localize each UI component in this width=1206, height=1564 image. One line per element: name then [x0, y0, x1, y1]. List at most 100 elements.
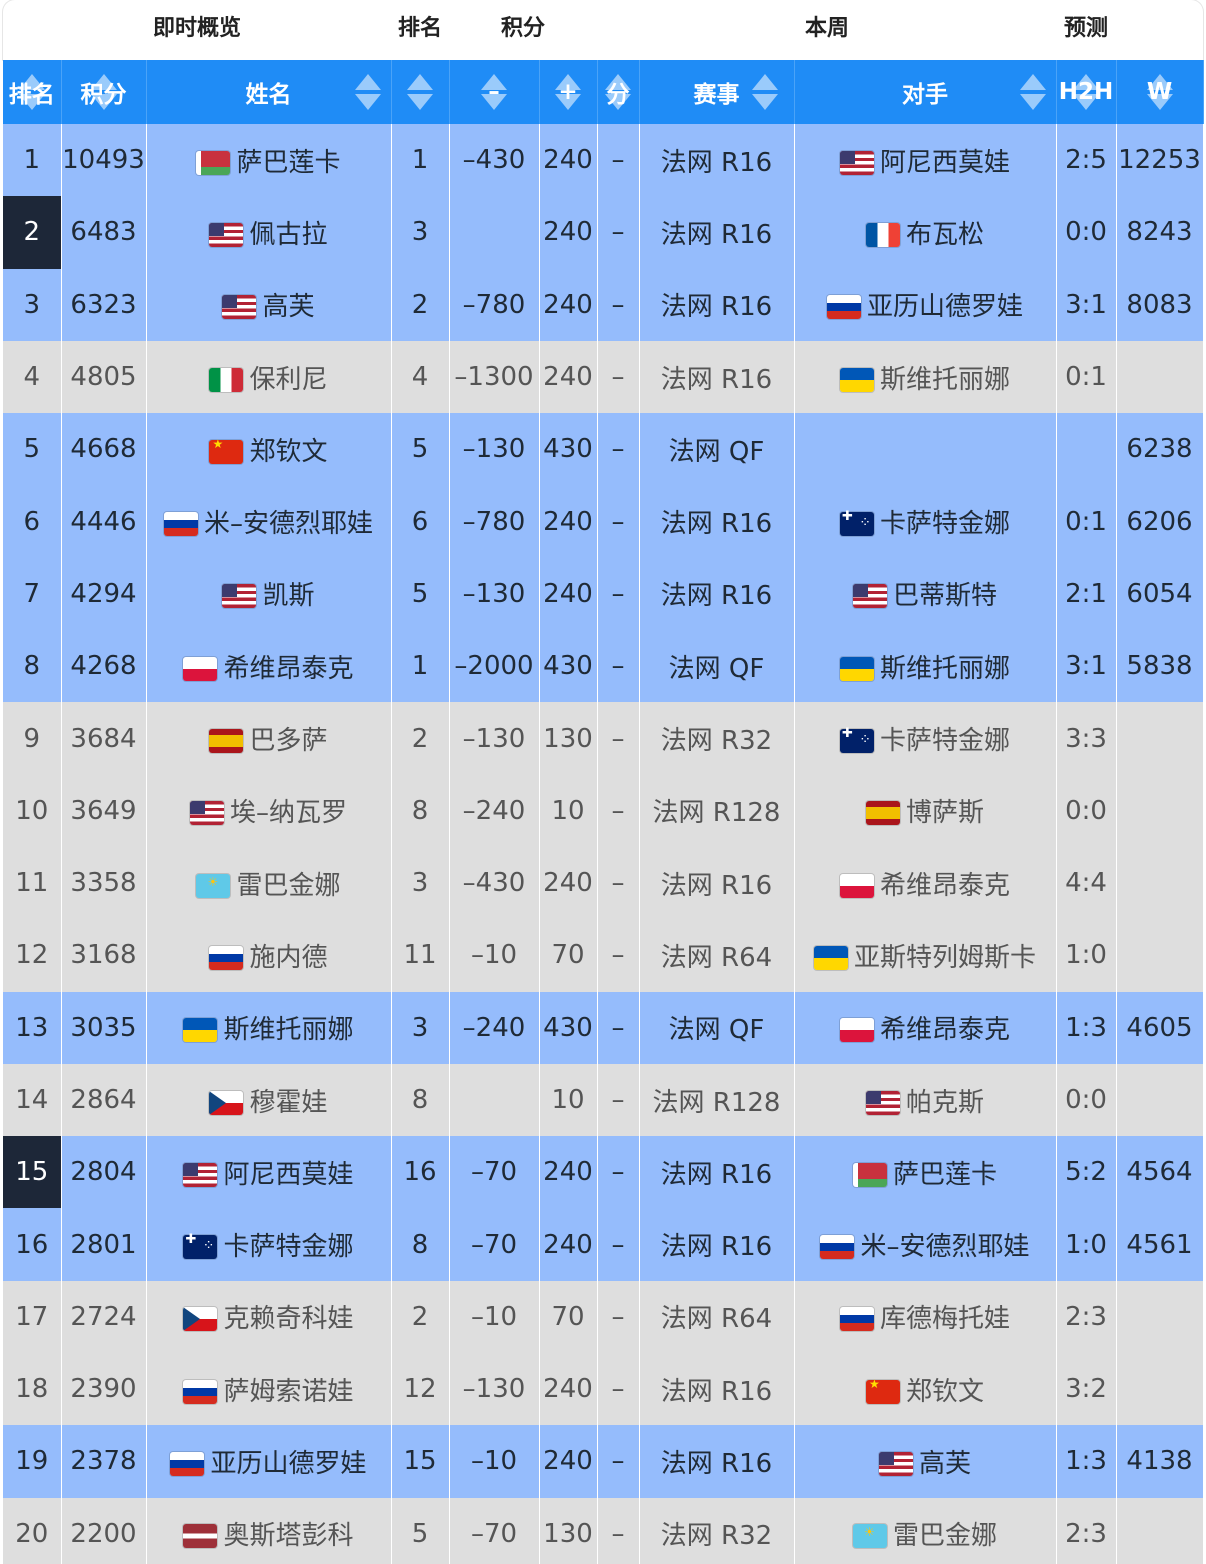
- weekly-rank-cell: 15: [391, 1425, 450, 1498]
- event-cell-text: 法网 QF: [668, 653, 765, 684]
- flag-icon: [852, 1524, 887, 1549]
- points-plus-cell-text: 240: [543, 868, 593, 899]
- col-header-event[interactable]: 赛事: [639, 60, 795, 124]
- flag-icon: [878, 1451, 913, 1476]
- table-row[interactable]: 1 10493 萨巴莲卡 1 –430 240– 法网 R16 阿尼西莫娃 2:5 12253: [3, 124, 1204, 197]
- h2h-cell-text: 2:1: [1065, 578, 1107, 609]
- table-row[interactable]: 10 3649 埃–纳瓦罗 8 –240 10– 法网 R128 博萨斯 0:0: [3, 774, 1204, 847]
- group-forecast-label: 预测: [1063, 16, 1109, 41]
- weekly-rank-cell: 1: [391, 630, 450, 703]
- rank-cell-text: 9: [23, 723, 41, 754]
- flag-icon: [839, 656, 874, 681]
- weekly-rank-cell: 4: [391, 340, 450, 414]
- points-minus-cell: –130: [449, 557, 540, 631]
- col-header-rank-change[interactable]: [391, 60, 450, 124]
- rank-cell-text: 11: [15, 868, 49, 899]
- event-cell-text: 法网 R16: [660, 509, 773, 540]
- col-header-name[interactable]: 姓名: [146, 60, 392, 124]
- opponent-cell: 米–安德烈耶娃: [794, 1208, 1057, 1281]
- player-name-cell: 郑钦文: [146, 413, 392, 486]
- player-name-cell-text: 凯斯: [262, 581, 315, 612]
- weekly-rank-cell-text: 6: [411, 506, 429, 537]
- points-cell-text: 6323: [70, 289, 137, 320]
- h2h-cell-text: 3:1: [1065, 651, 1107, 682]
- table-row[interactable]: 3 6323 高芙 2 –780 240– 法网 R16 亚历山德罗娃 3:1 8083: [3, 268, 1204, 341]
- weekly-rank-cell-text: 3: [411, 868, 429, 899]
- player-name-cell-text: 保利尼: [249, 364, 328, 395]
- table-row[interactable]: 7 4294 凯斯 5 –130 240– 法网 R16 巴蒂斯特 2:1 6054: [3, 557, 1204, 631]
- points-minus-cell-text: –130: [462, 1374, 526, 1405]
- weekly-rank-cell: 12: [391, 1353, 450, 1426]
- h2h-cell: 2:3: [1056, 1280, 1117, 1354]
- col-header-opponent[interactable]: 对手: [794, 60, 1057, 124]
- points-plus-cell: 10: [539, 1063, 598, 1137]
- points-cell-text: 2864: [70, 1085, 137, 1115]
- points-plus-cell-text: 130: [543, 723, 593, 754]
- player-name-cell: 施内德: [146, 919, 392, 992]
- w-cell: [1116, 702, 1204, 775]
- h2h-cell: 2:3: [1056, 1497, 1117, 1564]
- rank-cell: 9: [3, 702, 62, 775]
- player-name-cell-text: 郑钦文: [249, 436, 328, 467]
- table-row[interactable]: 12 3168 施内德 11 –10 70– 法网 R64 亚斯特列姆斯卡 1:0: [3, 919, 1204, 992]
- points-cell-text: 2724: [70, 1301, 137, 1332]
- table-row[interactable]: 8 4268 希维昂泰克 1 –2000 430– 法网 QF 斯维托丽娜 3:1 5838: [3, 630, 1204, 703]
- w-cell-text: 8083: [1126, 289, 1193, 320]
- points-cell-text: 4294: [70, 578, 137, 609]
- points-minus-cell-text: –2000: [454, 651, 534, 682]
- opponent-cell-text: 萨巴莲卡: [892, 1159, 997, 1190]
- table-row[interactable]: 15 2804 阿尼西莫娃 16 –70 240– 法网 R16 萨巴莲卡 5:2 4564: [3, 1136, 1204, 1209]
- weekly-rank-cell: 2: [391, 702, 450, 775]
- player-name-cell-text: 希维昂泰克: [223, 653, 354, 684]
- table-row[interactable]: 20 2200 奥斯塔彭科 5 –70 130– 法网 R32 雷巴金娜 2:3: [3, 1497, 1204, 1564]
- points-plus-cell: 130: [539, 1497, 598, 1564]
- table-row[interactable]: 2 6483 佩古拉 3 240– 法网 R16 布瓦松 0:0 8243: [3, 196, 1204, 269]
- points-minus-cell-text: –430: [462, 145, 526, 176]
- table-row[interactable]: 5 4668 郑钦文 5 –130 430– 法网 QF 6238: [3, 413, 1204, 486]
- points-cell: 6483: [61, 196, 147, 269]
- table-row[interactable]: 17 2724 克赖奇科娃 2 –10 70– 法网 R64 库德梅托娃 2:3: [3, 1280, 1204, 1354]
- table-row[interactable]: 16 2801 卡萨特金娜 8 –70 240– 法网 R16 米–安德烈耶娃 1:0 4561: [3, 1208, 1204, 1281]
- opponent-cell: 希维昂泰克: [794, 991, 1057, 1064]
- table-row[interactable]: 19 2378 亚历山德罗娃 15 –10 240– 法网 R16 高芙 1:3 4138: [3, 1425, 1204, 1498]
- rank-cell: 5: [3, 413, 62, 486]
- opponent-cell-text: 卡萨特金娜: [879, 726, 1010, 757]
- col-header-rank[interactable]: 排名: [3, 60, 62, 124]
- weekly-rank-cell: 5: [391, 1497, 450, 1564]
- table-row[interactable]: 9 3684 巴多萨 2 –130 130– 法网 R32 卡萨特金娜 3:3: [3, 702, 1204, 775]
- points-minus-cell-text: –240: [462, 795, 526, 826]
- points-cell: 4805: [61, 340, 147, 414]
- flag-icon: [865, 222, 900, 247]
- points-plus-cell: 240: [539, 340, 598, 414]
- weekly-rank-cell: 2: [391, 1280, 450, 1354]
- event-cell-text: 法网 R16: [660, 219, 773, 250]
- points-cell: 2200: [61, 1497, 147, 1564]
- points-cell-text: 3168: [70, 940, 137, 971]
- event-cell-text: 法网 R16: [660, 1376, 773, 1407]
- points-minus-cell-text: –430: [462, 868, 526, 899]
- h2h-cell: 0:0: [1056, 1063, 1117, 1137]
- player-name-cell-text: 高芙: [262, 292, 315, 323]
- col-header-points[interactable]: 积分: [61, 60, 147, 124]
- table-row[interactable]: 14 2864 穆霍娃 8 10– 法网 R128 帕克斯 0:0: [3, 1063, 1204, 1137]
- table-row[interactable]: 4 4805 保利尼 4 –1300 240– 法网 R16 斯维托丽娜 0:1: [3, 340, 1204, 414]
- rank-cell: 14: [3, 1063, 62, 1137]
- table-row[interactable]: 11 3358 雷巴金娜 3 –430 240– 法网 R16 希维昂泰克 4:4: [3, 846, 1204, 920]
- points-cell: 2724: [61, 1280, 147, 1354]
- col-header-w[interactable]: W: [1116, 60, 1204, 124]
- points-minus-cell: –780: [449, 485, 540, 558]
- table-row[interactable]: 13 3035 斯维托丽娜 3 –240 430– 法网 QF 希维昂泰克 1:3 4605: [3, 991, 1204, 1064]
- opponent-cell-text: 米–安德烈耶娃: [860, 1232, 1030, 1263]
- table-row[interactable]: 18 2390 萨姆索诺娃 12 –130 240– 法网 R16 郑钦文 3:2: [3, 1353, 1204, 1426]
- score-cell: –: [597, 1353, 640, 1426]
- event-cell-text: 法网 R16: [660, 292, 773, 323]
- weekly-rank-cell-text: 12: [403, 1374, 437, 1405]
- col-header-plus[interactable]: +: [539, 60, 598, 124]
- table-row[interactable]: 6 4446 米–安德烈耶娃 6 –780 240– 法网 R16 卡萨特金娜 0:1 6206: [3, 485, 1204, 558]
- col-header-minus[interactable]: –: [449, 60, 540, 124]
- player-name-cell: 巴多萨: [146, 702, 392, 775]
- col-header-h2h[interactable]: H2H: [1056, 60, 1117, 124]
- rank-cell-text: 16: [15, 1229, 49, 1260]
- points-cell: 4294: [61, 557, 147, 631]
- col-header-score[interactable]: 分: [597, 60, 640, 124]
